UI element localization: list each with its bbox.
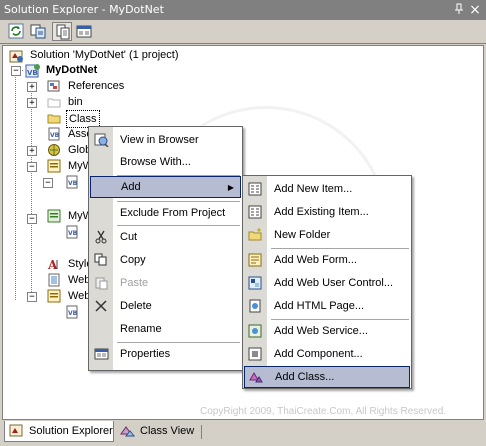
svg-text:A: A: [47, 258, 58, 271]
window-title-bar: Solution Explorer - MyDotNet ×: [0, 0, 486, 20]
menu-item-rename[interactable]: Rename: [90, 318, 241, 340]
menu-item-add-web-form[interactable]: Add Web Form...: [244, 249, 410, 271]
menu-item-add-web-service[interactable]: Add Web Service...: [244, 320, 410, 342]
vb-file-icon: VB: [65, 175, 79, 189]
properties-icon: [76, 25, 92, 38]
svg-text:VB: VB: [50, 132, 60, 139]
collapse-toggle[interactable]: −: [43, 178, 53, 188]
stylesheet-icon: A: [47, 257, 61, 272]
menu-item-view-in-browser[interactable]: View in Browser: [90, 129, 241, 151]
copy-website-icon: [30, 24, 46, 39]
paste-icon: [94, 276, 109, 290]
web-service-icon: [248, 324, 263, 338]
menu-item-new-folder[interactable]: New Folder: [244, 224, 410, 246]
menu-item-add-component[interactable]: Add Component...: [244, 343, 410, 365]
copy-website-button[interactable]: [28, 22, 48, 41]
new-item-icon: [248, 182, 263, 196]
global-icon: [47, 143, 61, 157]
folder-icon: [47, 111, 61, 125]
solution-explorer-icon: [9, 424, 25, 446]
menu-item-add-html-page[interactable]: Add HTML Page...: [244, 295, 410, 317]
refresh-button[interactable]: [6, 22, 26, 41]
tab-class-view[interactable]: Class View: [116, 421, 200, 442]
add-submenu: Add New Item... Add Existing Item... New…: [242, 175, 412, 389]
toolbar: [0, 20, 486, 44]
browser-icon: [94, 133, 109, 148]
new-folder-icon: [248, 228, 263, 242]
close-icon[interactable]: ×: [468, 3, 482, 17]
submenu-arrow-icon: ▶: [227, 183, 234, 192]
project-label: MyDotNet: [46, 64, 98, 76]
svg-text:VB: VB: [68, 180, 78, 187]
menu-item-add-class[interactable]: Add Class...: [244, 366, 410, 388]
svg-text:VB: VB: [68, 230, 78, 237]
window-title: Solution Explorer - MyDotNet: [4, 3, 164, 16]
svg-text:VB: VB: [27, 69, 38, 77]
tab-divider: [201, 425, 202, 439]
menu-item-delete[interactable]: Delete: [90, 295, 241, 317]
collapse-toggle[interactable]: −: [27, 292, 37, 302]
web-form-icon: [248, 253, 263, 267]
menu-item-add-existing-item[interactable]: Add Existing Item...: [244, 201, 410, 223]
context-menu: View in Browser Browse With... Add ▶ Exc…: [88, 126, 243, 371]
class-view-icon: [120, 424, 136, 446]
vb-project-icon: VB: [25, 63, 40, 78]
cut-icon: [94, 230, 109, 244]
collapse-toggle[interactable]: −: [27, 214, 37, 224]
class-icon: [248, 370, 263, 384]
menu-item-paste[interactable]: Paste: [90, 272, 241, 294]
menu-item-exclude-from-project[interactable]: Exclude From Project: [90, 202, 241, 224]
bottom-tab-bar: Solution Explorer Class View: [0, 421, 486, 445]
menu-item-add-web-user-control[interactable]: Add Web User Control...: [244, 272, 410, 294]
copy-icon: [94, 253, 109, 267]
webform-icon: [47, 209, 61, 223]
html-page-icon: [248, 299, 263, 313]
vb-file-icon: VB: [65, 305, 79, 319]
copyright-text: CopyRight 2009, ThaiCreate.Com, All Righ…: [200, 406, 447, 417]
menu-item-add[interactable]: Add ▶: [90, 176, 241, 198]
show-all-files-icon: [56, 24, 70, 40]
webform-icon: [47, 289, 61, 303]
references-icon: [47, 79, 61, 93]
menu-item-add-new-item[interactable]: Add New Item...: [244, 178, 410, 200]
properties-icon: [94, 347, 109, 361]
delete-icon: [94, 299, 109, 313]
solution-label: Solution 'MyDotNet' (1 project): [30, 49, 179, 61]
expand-toggle[interactable]: +: [27, 98, 37, 108]
collapse-toggle[interactable]: −: [27, 162, 37, 172]
menu-item-browse-with[interactable]: Browse With...: [90, 151, 241, 173]
collapse-toggle[interactable]: −: [11, 66, 21, 76]
tree-line: [31, 86, 32, 300]
existing-item-icon: [248, 205, 263, 219]
web-config-icon: [47, 273, 61, 287]
pin-icon[interactable]: [452, 3, 466, 17]
solution-icon: [9, 48, 23, 63]
user-control-icon: [248, 276, 263, 290]
menu-item-properties[interactable]: Properties: [90, 343, 241, 365]
properties-button[interactable]: [74, 22, 94, 41]
expand-toggle[interactable]: +: [27, 146, 37, 156]
svg-text:VB: VB: [68, 310, 78, 317]
vb-file-icon: VB: [47, 127, 61, 141]
show-all-files-button[interactable]: [52, 22, 72, 41]
tree-line: [15, 70, 16, 300]
menu-item-copy[interactable]: Copy: [90, 249, 241, 271]
expand-toggle[interactable]: +: [27, 82, 37, 92]
vb-file-icon: VB: [65, 225, 79, 239]
refresh-icon: [8, 23, 24, 39]
component-icon: [248, 347, 263, 361]
tab-solution-explorer[interactable]: Solution Explorer: [4, 421, 114, 442]
webform-icon: [47, 159, 61, 173]
folder-icon: [47, 95, 61, 109]
menu-item-cut[interactable]: Cut: [90, 226, 241, 248]
